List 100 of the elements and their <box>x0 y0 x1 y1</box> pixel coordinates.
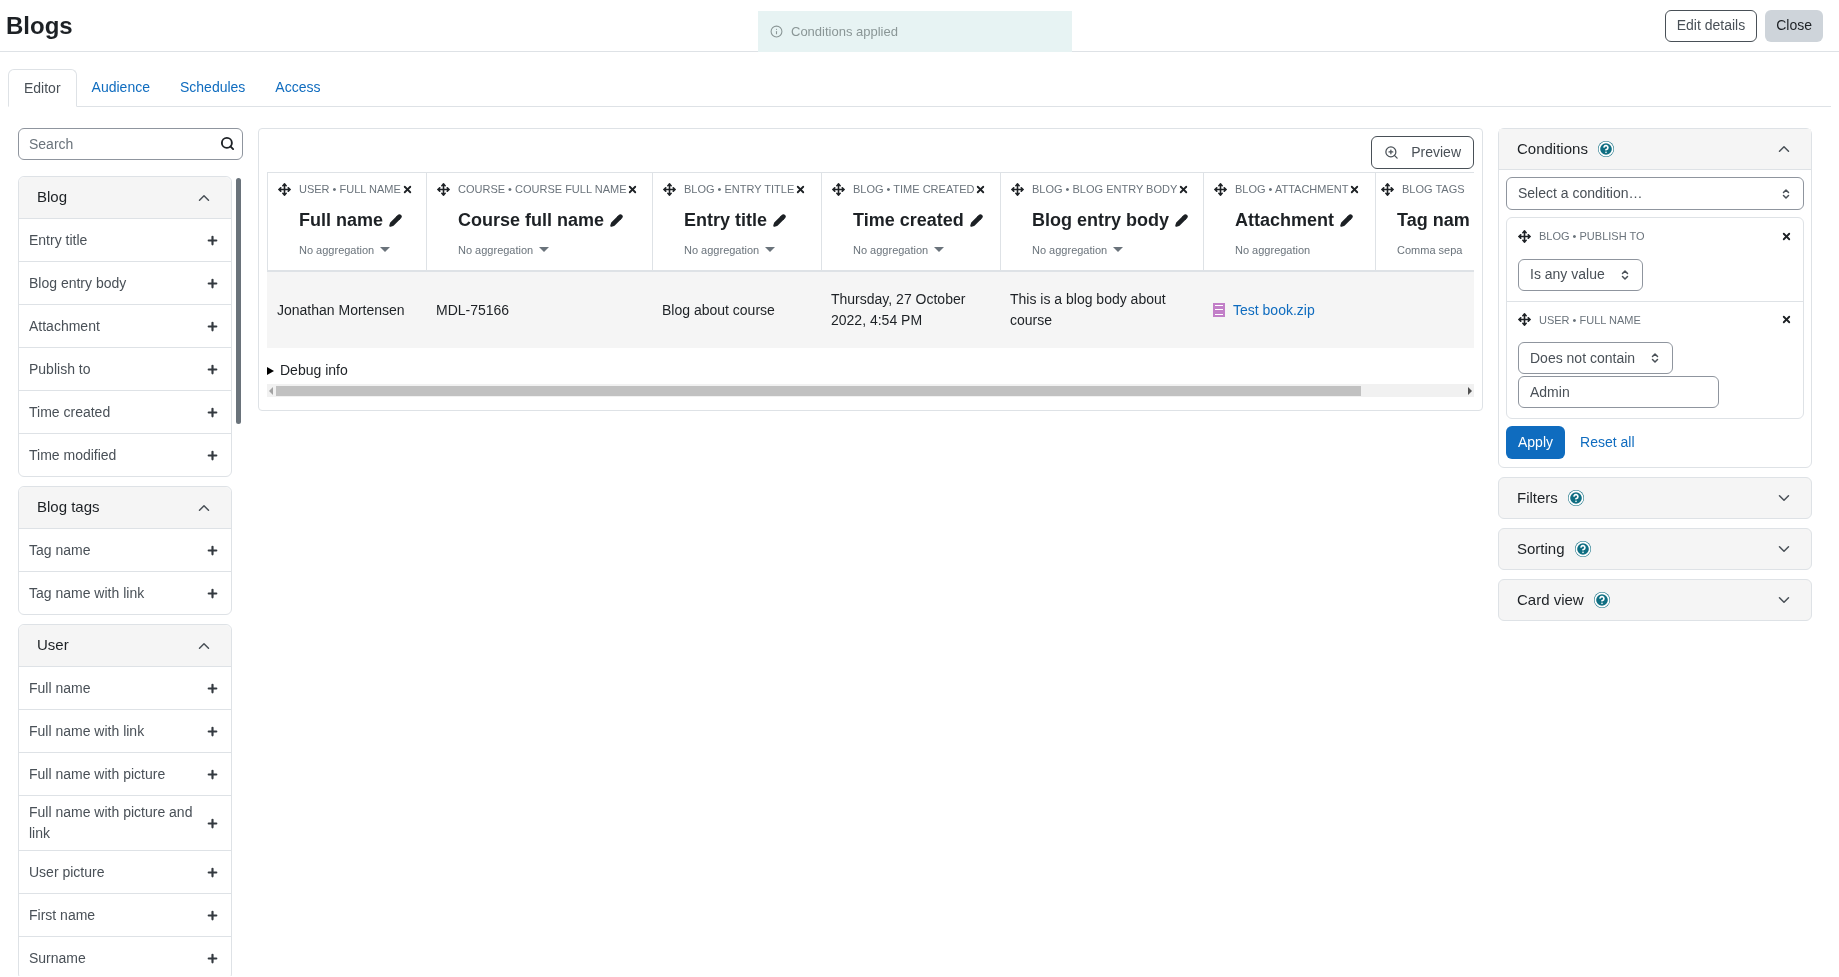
aggregation-label[interactable]: No aggregation <box>1032 241 1108 258</box>
card-header[interactable]: Conditions <box>1499 129 1811 170</box>
plus-icon[interactable] <box>206 233 219 247</box>
pencil-icon[interactable] <box>1340 213 1353 227</box>
plus-icon[interactable] <box>206 586 219 600</box>
aggregation-label[interactable]: No aggregation <box>684 241 760 258</box>
tab[interactable]: Audience <box>76 69 165 106</box>
edit-details-button[interactable]: Edit details <box>1664 9 1758 42</box>
caret-icon[interactable] <box>539 247 550 253</box>
info-icon <box>770 25 783 38</box>
aggregation-label[interactable]: No aggregation <box>299 241 375 258</box>
zoom-icon <box>1384 145 1400 160</box>
pencil-icon[interactable] <box>1175 213 1188 227</box>
sidebar-item[interactable]: Entry title <box>19 218 231 261</box>
sidebar-item[interactable]: Tag name <box>19 528 231 571</box>
pencil-icon[interactable] <box>773 213 786 227</box>
help-icon[interactable] <box>1574 541 1591 557</box>
horizontal-scrollbar[interactable] <box>267 384 1474 397</box>
plus-icon[interactable] <box>206 543 219 557</box>
move-icon[interactable] <box>278 182 291 196</box>
scrollbar-thumb[interactable] <box>236 178 241 424</box>
apply-button[interactable]: Apply <box>1506 426 1566 459</box>
plus-icon[interactable] <box>206 908 219 922</box>
search-field[interactable]: Search <box>18 128 243 160</box>
attachment-link[interactable]: Test book.zip <box>1233 299 1315 321</box>
close-button[interactable]: Close <box>1765 9 1823 42</box>
remove-icon[interactable] <box>1349 183 1361 195</box>
sidebar-item[interactable]: Publish to <box>19 347 231 390</box>
operator-select[interactable]: Does not contain <box>1518 342 1674 374</box>
move-icon[interactable] <box>1518 229 1531 243</box>
plus-icon[interactable] <box>206 448 219 462</box>
sidebar-item[interactable]: Full name with picture <box>19 752 231 795</box>
condition-select[interactable]: Select a condition… <box>1506 177 1804 210</box>
pencil-icon[interactable] <box>610 213 624 227</box>
collapsible-card[interactable]: Sorting <box>1498 528 1812 570</box>
aggregation-label[interactable]: No aggregation <box>853 241 929 258</box>
sidebar-item[interactable]: Attachment <box>19 304 231 347</box>
value-field[interactable]: Admin <box>1518 376 1719 408</box>
sidebar-item[interactable]: User picture <box>19 850 231 893</box>
aggregation-label: Comma sepa <box>1397 242 1463 258</box>
remove-icon[interactable] <box>975 183 987 195</box>
plus-icon[interactable] <box>206 951 219 965</box>
plus-icon[interactable] <box>206 681 219 695</box>
pencil-icon[interactable] <box>389 213 402 227</box>
sort-arrows-icon <box>1780 187 1792 200</box>
sidebar-item[interactable]: Full name <box>19 666 231 709</box>
preview-button[interactable]: Preview <box>1371 136 1474 169</box>
sidebar-item[interactable]: Time modified <box>19 433 231 476</box>
move-icon[interactable] <box>1011 182 1024 196</box>
caret-icon[interactable] <box>934 247 945 253</box>
card-title: Card view <box>1517 589 1584 610</box>
group-header[interactable]: Blog tags <box>19 487 231 528</box>
plus-icon[interactable] <box>206 319 219 333</box>
tab[interactable]: Schedules <box>164 69 261 106</box>
remove-icon[interactable] <box>1781 314 1792 326</box>
collapsible-card[interactable]: Filters <box>1498 477 1812 519</box>
sidebar-item[interactable]: Full name with picture and link <box>19 795 231 850</box>
column-source: BLOG • ENTRY TITLE <box>684 182 795 197</box>
sidebar-item[interactable]: First name <box>19 893 231 936</box>
tab[interactable]: Access <box>260 69 336 106</box>
aggregation-label[interactable]: No aggregation <box>458 241 534 258</box>
caret-icon[interactable] <box>765 247 776 253</box>
remove-icon[interactable] <box>627 183 639 195</box>
remove-icon[interactable] <box>1178 183 1190 195</box>
caret-icon[interactable] <box>380 247 391 253</box>
plus-icon[interactable] <box>206 767 219 781</box>
sidebar-item[interactable]: Full name with link <box>19 709 231 752</box>
plus-icon[interactable] <box>206 276 219 290</box>
search-icon[interactable] <box>220 136 235 151</box>
debug-info-toggle[interactable]: Debug info <box>267 360 348 381</box>
move-icon[interactable] <box>1214 182 1227 196</box>
column-title: Attachment <box>1235 208 1334 232</box>
plus-icon[interactable] <box>206 865 219 879</box>
remove-icon[interactable] <box>1781 230 1792 242</box>
move-icon[interactable] <box>437 182 450 196</box>
group-header[interactable]: User <box>19 625 231 666</box>
move-icon[interactable] <box>1518 313 1531 327</box>
remove-icon[interactable] <box>795 183 807 195</box>
sidebar-item[interactable]: Tag name with link <box>19 571 231 614</box>
pencil-icon[interactable] <box>969 213 983 227</box>
move-icon[interactable] <box>663 182 676 196</box>
help-icon[interactable] <box>1593 592 1610 608</box>
sidebar-item[interactable]: Blog entry body <box>19 261 231 304</box>
plus-icon[interactable] <box>206 816 219 830</box>
caret-icon[interactable] <box>1113 247 1124 253</box>
sidebar-item[interactable]: Time created <box>19 390 231 433</box>
collapsible-card[interactable]: Card view <box>1498 579 1812 621</box>
plus-icon[interactable] <box>206 724 219 738</box>
move-icon[interactable] <box>1381 182 1394 196</box>
plus-icon[interactable] <box>206 362 219 376</box>
plus-icon[interactable] <box>206 405 219 419</box>
help-icon[interactable] <box>1567 490 1584 506</box>
help-icon[interactable] <box>1597 141 1614 157</box>
operator-select[interactable]: Is any value <box>1518 258 1643 291</box>
move-icon[interactable] <box>832 182 845 196</box>
reset-all-link[interactable]: Reset all <box>1580 432 1635 453</box>
tab[interactable]: Editor <box>8 69 77 107</box>
sidebar-item[interactable]: Surname <box>19 936 231 976</box>
remove-icon[interactable] <box>401 183 413 195</box>
group-header[interactable]: Blog <box>19 177 231 218</box>
